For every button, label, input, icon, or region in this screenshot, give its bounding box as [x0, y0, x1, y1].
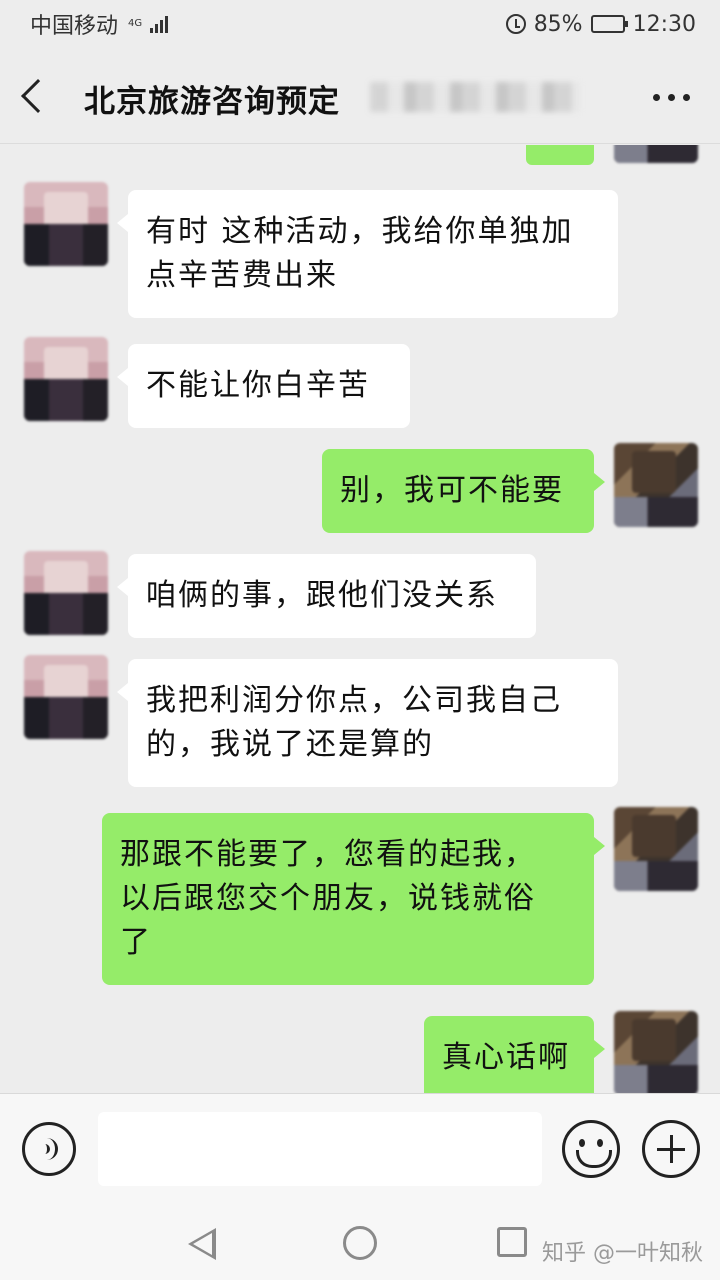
message-line: 以后跟您交个朋友，说钱就俗	[120, 881, 536, 916]
message-bubble[interactable]: 那跟不能要了，您看的起我， 以后跟您交个朋友，说钱就俗 了	[102, 813, 605, 985]
nav-back-icon[interactable]	[188, 1227, 222, 1261]
contact-avatar[interactable]	[24, 655, 108, 739]
network-type: 4G	[128, 18, 143, 29]
self-avatar[interactable]	[614, 807, 698, 891]
nav-home-icon[interactable]	[343, 1226, 377, 1260]
message-line: 真心话啊	[442, 1040, 570, 1075]
message-bubble[interactable]: 别，我可不能要	[322, 449, 605, 533]
message-line: 了	[120, 925, 152, 960]
status-right: 85% 12:30	[505, 11, 696, 37]
message-line: 的，我说了还是算的	[146, 727, 434, 762]
message-line: 不能让你白辛苦	[146, 368, 370, 403]
clock: 12:30	[632, 11, 696, 37]
battery-percent: 85%	[533, 11, 583, 37]
voice-input-icon[interactable]	[22, 1122, 76, 1176]
more-options-icon[interactable]	[653, 94, 690, 101]
self-avatar[interactable]	[614, 443, 698, 527]
chat-title: 北京旅游咨询预定	[84, 84, 340, 120]
back-arrow-icon[interactable]	[21, 79, 55, 113]
contact-avatar[interactable]	[24, 551, 108, 635]
message-bubble[interactable]: 有时 这种活动，我给你单独加 点辛苦费出来	[117, 190, 618, 318]
message-line: 我把利润分你点，公司我自己	[146, 683, 562, 718]
previous-message-fragment	[526, 145, 594, 165]
status-left: 中国移动 4G	[30, 8, 169, 40]
message-line: 有时 这种活动，我给你单独加	[146, 214, 574, 249]
watermark: 知乎 @一叶知秋	[542, 1241, 703, 1266]
contact-avatar[interactable]	[24, 182, 108, 266]
message-line: 咱俩的事，跟他们没关系	[146, 578, 498, 613]
message-bubble[interactable]: 真心话啊	[424, 1016, 605, 1093]
signal-icon	[150, 15, 169, 33]
self-avatar[interactable]	[614, 145, 698, 163]
alarm-icon	[505, 14, 526, 34]
status-bar: 中国移动 4G 85% 12:30	[0, 0, 720, 48]
message-line: 别，我可不能要	[340, 473, 564, 508]
message-line: 那跟不能要了，您看的起我，	[120, 837, 536, 872]
chat-header: 北京旅游咨询预定	[0, 48, 720, 144]
contact-avatar[interactable]	[24, 337, 108, 421]
chat-messages: 有时 这种活动，我给你单独加 点辛苦费出来 不能让你白辛苦 别，我可不能要 咱俩…	[0, 145, 720, 1093]
self-avatar[interactable]	[614, 1011, 698, 1093]
message-bubble[interactable]: 我把利润分你点，公司我自己 的，我说了还是算的	[117, 659, 618, 787]
input-bar	[0, 1093, 720, 1205]
message-bubble[interactable]: 不能让你白辛苦	[117, 344, 410, 428]
blurred-contact-name	[370, 82, 580, 112]
nav-recent-apps-icon[interactable]	[497, 1227, 527, 1257]
emoji-icon[interactable]	[562, 1120, 620, 1178]
carrier-label: 中国移动	[30, 14, 119, 39]
plus-icon[interactable]	[642, 1120, 700, 1178]
message-bubble[interactable]: 咱俩的事，跟他们没关系	[117, 554, 536, 638]
battery-icon	[590, 15, 628, 33]
message-input[interactable]	[98, 1112, 542, 1186]
message-line: 点辛苦费出来	[146, 258, 338, 293]
